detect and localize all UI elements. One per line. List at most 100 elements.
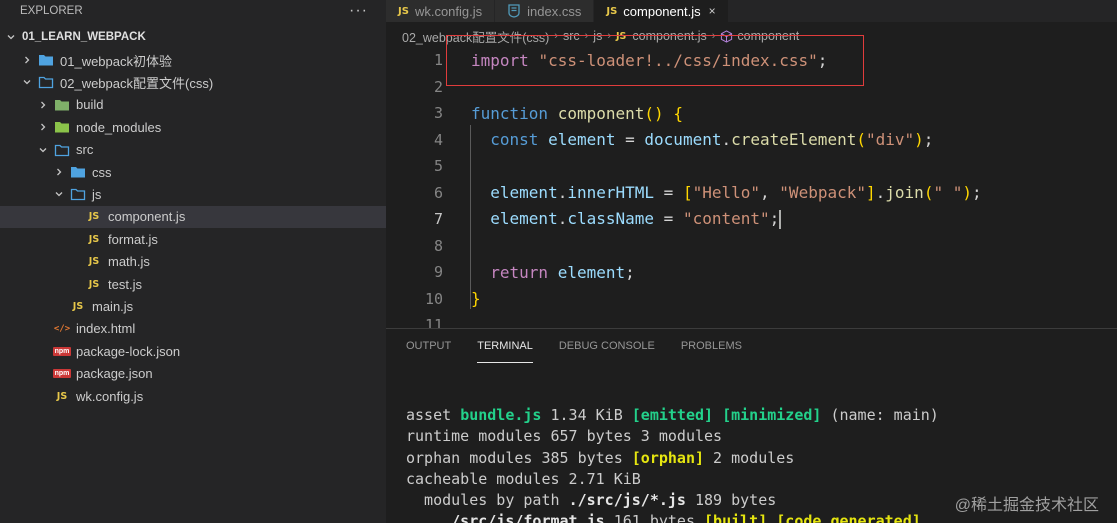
- code-token: .: [557, 183, 568, 203]
- code-text: element.innerHTML = ["Hello", "Webpack"]…: [456, 183, 982, 203]
- terminal-token: (name: main): [821, 406, 939, 424]
- tree-item-label: index.html: [76, 321, 136, 337]
- line-number: 10: [424, 289, 443, 308]
- code-token: ]: [866, 183, 876, 203]
- tree-item[interactable]: src: [0, 139, 386, 161]
- code-editor[interactable]: 1 import "css-loader!../css/index.css"; 2 3…: [386, 46, 1117, 328]
- tree-item-label: math.js: [108, 254, 150, 270]
- breadcrumb-item[interactable]: js: [593, 29, 602, 43]
- terminal-token: 161 bytes: [604, 512, 705, 523]
- npm-badge: npm: [52, 369, 72, 379]
- tree-item[interactable]: npm package.json: [0, 363, 386, 385]
- workspace-root[interactable]: 01_LEARN_WEBPACK: [0, 25, 386, 49]
- explorer-sidebar: EXPLORER ··· 01_LEARN_WEBPACK 01_webpack…: [0, 0, 386, 523]
- code-token: =: [615, 130, 645, 150]
- code-line: 9 return element;: [386, 259, 1117, 286]
- code-token: ;: [625, 262, 635, 282]
- tree-item[interactable]: node_modules: [0, 116, 386, 138]
- code-token: component: [557, 103, 645, 123]
- line-number: 5: [433, 157, 443, 176]
- panel-tab[interactable]: DEBUG CONSOLE: [559, 329, 655, 363]
- tree-item-label: node_modules: [76, 119, 162, 135]
- terminal-token: cacheable modules 2.71 KiB: [406, 469, 641, 488]
- npm-file-icon: npm: [52, 343, 72, 359]
- js-file-icon: JS: [86, 254, 102, 270]
- code-line: 3 function component() {: [386, 100, 1117, 127]
- line-number: 6: [433, 183, 443, 202]
- tree-item[interactable]: 02_webpack配置文件(css): [0, 71, 386, 93]
- tree-item-label: wk.config.js: [76, 388, 144, 404]
- editor-tab-label: index.css: [527, 3, 582, 19]
- tree-item[interactable]: </> index.html: [0, 318, 386, 340]
- code-text: element.className = "content";: [456, 209, 782, 230]
- code-token: .: [875, 183, 886, 203]
- code-token: ): [962, 183, 972, 203]
- editor-tab[interactable]: JS wk.config.js: [386, 0, 496, 22]
- panel-tab[interactable]: PROBLEMS: [681, 329, 742, 363]
- code-token: join: [885, 183, 924, 203]
- code-line: 11: [386, 312, 1117, 328]
- workspace-root-label: 01_LEARN_WEBPACK: [22, 31, 146, 43]
- tree-item-label: 01_webpack初体验: [60, 53, 172, 69]
- tree-item[interactable]: 01_webpack初体验: [0, 49, 386, 71]
- folder-open-icon: [38, 74, 54, 90]
- terminal-line: ./src/js/format.js 161 bytes [built] [co…: [406, 511, 939, 523]
- code-line: 5: [386, 153, 1117, 180]
- more-actions-icon[interactable]: ···: [349, 2, 368, 20]
- terminal-token: 1.34 KiB: [541, 406, 632, 424]
- tree-item[interactable]: JS component.js: [0, 205, 386, 228]
- chevron-down-icon: [52, 187, 66, 201]
- tree-item[interactable]: npm package-lock.json: [0, 340, 386, 362]
- breadcrumb-item[interactable]: component: [737, 29, 799, 43]
- editor-tab[interactable]: index.css: [495, 0, 595, 22]
- line-number: 8: [433, 236, 443, 255]
- close-icon[interactable]: ×: [709, 4, 716, 18]
- breadcrumb-item[interactable]: src: [563, 29, 580, 43]
- tree-item[interactable]: JS math.js: [0, 251, 386, 273]
- chevron-right-icon: [20, 53, 34, 67]
- js-badge: JS: [88, 211, 100, 223]
- tree-item-label: package.json: [76, 366, 153, 382]
- line-number: 11: [424, 316, 443, 328]
- chevron-right-icon: [36, 98, 50, 112]
- js-badge: JS: [88, 256, 100, 268]
- js-file-icon: JS: [70, 298, 86, 314]
- code-token: ;: [769, 209, 780, 229]
- code-token: ;: [972, 183, 982, 203]
- tree-item[interactable]: JS wk.config.js: [0, 385, 386, 407]
- code-token: (: [856, 130, 866, 150]
- js-badge: JS: [88, 233, 100, 245]
- code-token: " ": [933, 183, 963, 203]
- tree-item[interactable]: js: [0, 183, 386, 205]
- indent-guide: [470, 125, 471, 309]
- code-token: element: [471, 209, 558, 229]
- breadcrumb-item[interactable]: component.js: [632, 29, 706, 43]
- panel-tab[interactable]: TERMINAL: [477, 329, 533, 363]
- chevron-right-icon: ›: [554, 30, 558, 42]
- code-line: 2: [386, 74, 1117, 101]
- tree-item-label: format.js: [108, 231, 158, 247]
- tree-item[interactable]: JS main.js: [0, 295, 386, 317]
- terminal-token: [code generated]: [776, 512, 921, 523]
- terminal-line: cacheable modules 2.71 KiB: [406, 469, 939, 490]
- chevron-right-icon: ›: [607, 30, 611, 42]
- code-token: (): [644, 103, 674, 123]
- explorer-title: EXPLORER: [20, 5, 83, 17]
- tree-item[interactable]: JS format.js: [0, 228, 386, 250]
- tree-item[interactable]: build: [0, 94, 386, 116]
- tree-item[interactable]: css: [0, 161, 386, 183]
- tree-item-label: main.js: [92, 298, 134, 314]
- editor-tab[interactable]: JS component.js ×: [594, 0, 729, 22]
- code-text: return element;: [456, 263, 635, 282]
- breadcrumb-item[interactable]: 02_webpack配置文件(css): [402, 27, 549, 46]
- code-token: element: [471, 183, 558, 203]
- terminal-output[interactable]: asset bundle.js 1.34 KiB [emitted] [mini…: [406, 405, 939, 523]
- panel-tab[interactable]: OUTPUT: [406, 329, 451, 363]
- js-badge: JS: [56, 390, 68, 402]
- js-badge: JS: [72, 300, 84, 312]
- html-file-icon: </>: [54, 321, 70, 337]
- code-token: .: [721, 130, 732, 150]
- tree-item[interactable]: JS test.js: [0, 273, 386, 295]
- line-number: 9: [433, 263, 443, 282]
